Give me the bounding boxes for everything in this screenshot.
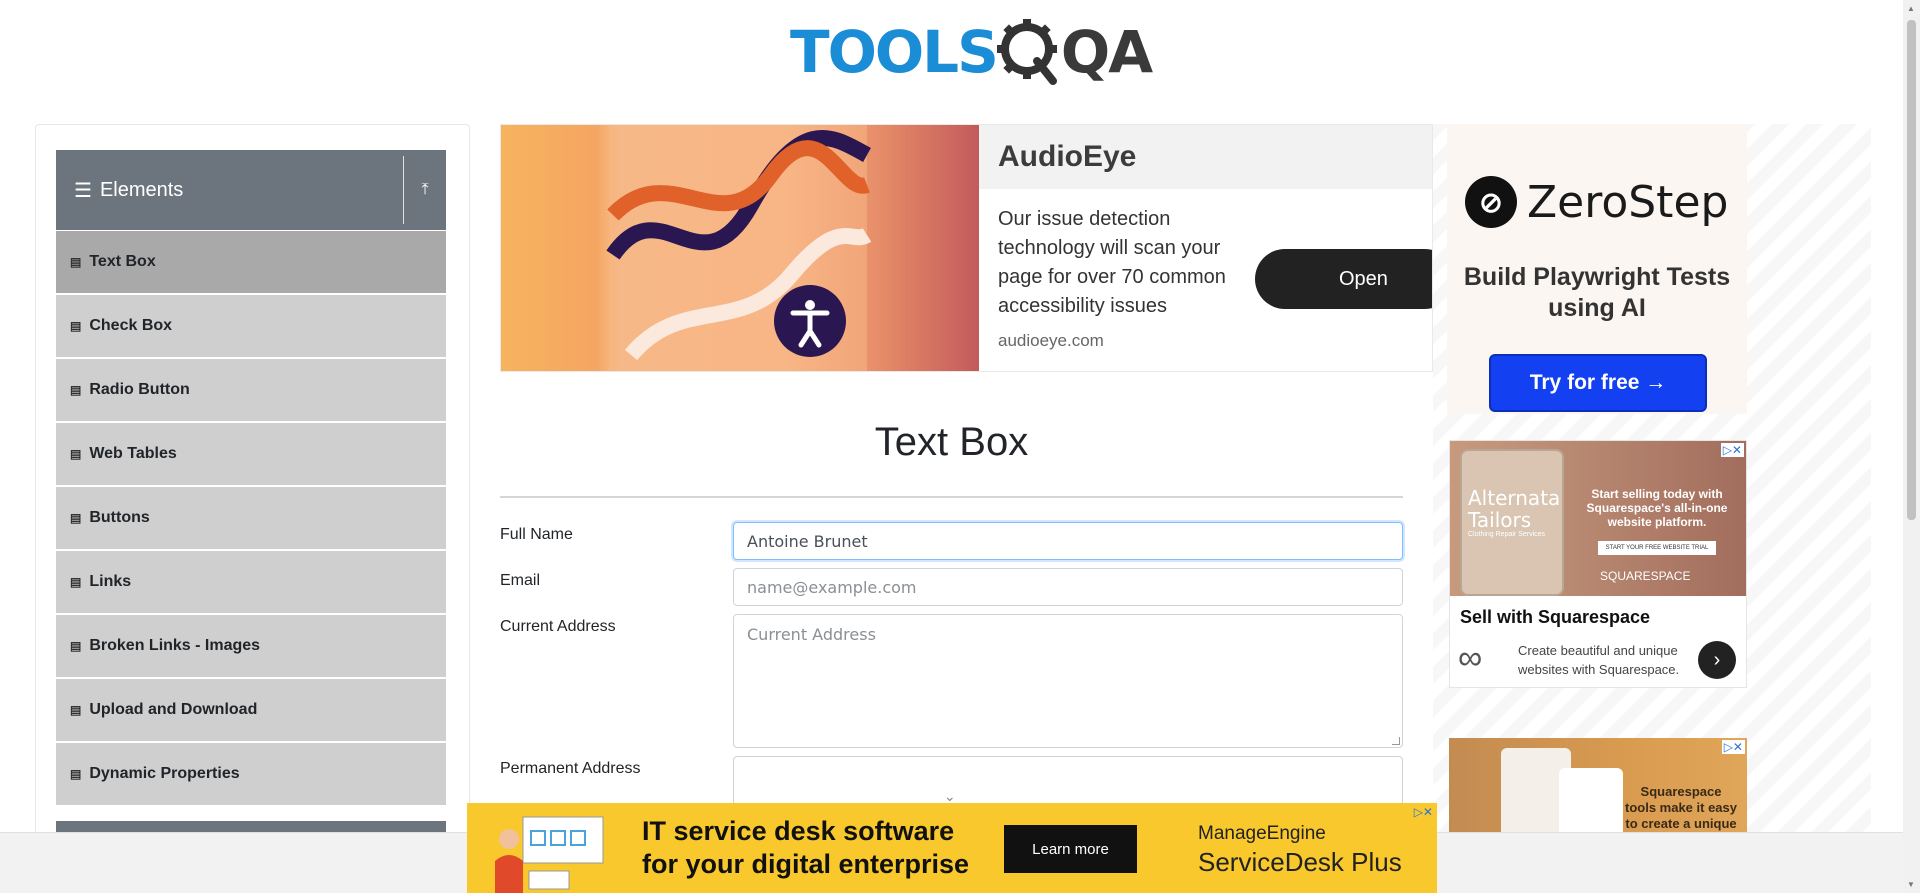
elements-menu-list: ▤ Text Box ▤ Check Box ▤ Radio Button ▤ Web … [56, 231, 446, 807]
adchoices-icon[interactable]: ▷✕ [1720, 443, 1744, 457]
logo-text-qa: QA [1060, 18, 1153, 86]
squarespace-ad-title: Sell with Squarespace [1460, 607, 1651, 627]
ad-open-button[interactable]: Open [1255, 249, 1432, 309]
scroll-down-arrow-icon[interactable]: ▼ [1907, 880, 1915, 889]
elements-group-header[interactable]: ☰ Elements ⤒ [56, 150, 446, 230]
permanent-address-label: Permanent Address [500, 760, 641, 777]
squarespace-promo-text: Start selling today with Squarespace's a… [1586, 487, 1728, 529]
ad-description: Our issue detection technology will scan… [998, 208, 1226, 317]
helpdesk-illustration-icon [495, 816, 604, 893]
page: TOOLS QA ☰ Elements ⤒ ▤ Text Box ▤ Check… [0, 0, 1920, 893]
squarespace-ad-description: Create beautiful and unique websites wit… [1518, 643, 1680, 677]
headline-line-2: for your digital enterprise [642, 849, 970, 879]
zerostep-mark-icon: ⊘ [1465, 176, 1517, 228]
squarespace-small-brand: SQUARESPACE [1600, 569, 1691, 583]
left-sidebar: ☰ Elements ⤒ ▤ Text Box ▤ Check Box ▤ Radio… [35, 124, 470, 893]
zerostep-brand: ZeroStep [1527, 176, 1729, 228]
full-name-input[interactable]: Antoine Brunet [733, 522, 1403, 560]
logo-text-tools: TOOLS [790, 18, 999, 86]
ad-brand: AudioEye [979, 125, 1432, 189]
servicedesk-product: ServiceDesk Plus [1198, 847, 1402, 877]
sidebar-item-radio-button[interactable]: ▤ Radio Button [56, 359, 446, 421]
email-placeholder: name@example.com [747, 577, 917, 597]
html-file-icon: ▤ [70, 575, 82, 589]
scroll-thumb[interactable] [1907, 20, 1916, 520]
sidebar-item-upload-download[interactable]: ▤ Upload and Download [56, 679, 446, 741]
squarespace-ad-1[interactable]: Alternata Tailors Clothing Repair Servic… [1449, 440, 1747, 688]
sidebar-item-label: Check Box [89, 317, 173, 334]
sidebar-item-dynamic-properties[interactable]: ▤ Dynamic Properties [56, 743, 446, 805]
group-title: ☰ Elements [56, 178, 403, 203]
squarespace-ad-image: Alternata Tailors Clothing Repair Servic… [1450, 441, 1746, 596]
email-label: Email [500, 572, 541, 589]
adchoices-icon[interactable]: ▷✕ [1414, 805, 1433, 819]
zerostep-logo: ⊘ ZeroStep [1465, 176, 1728, 228]
sidebar-item-label: Links [89, 573, 132, 590]
chevron-right-icon[interactable]: › [1698, 641, 1736, 679]
hamburger-icon: ☰ [74, 179, 92, 202]
html-file-icon: ▤ [70, 767, 82, 781]
group-title-label: Elements [99, 178, 184, 201]
html-file-icon: ▤ [70, 447, 82, 461]
sidebar-item-label: Broken Links - Images [89, 637, 261, 654]
sidebar-item-web-tables[interactable]: ▤ Web Tables [56, 423, 446, 485]
ad-art-shapes [606, 125, 872, 371]
html-file-icon: ▤ [70, 703, 82, 717]
squarespace-logo-icon: ∞ [1458, 639, 1483, 677]
sidebar-item-label: Radio Button [89, 381, 190, 398]
sidebar-item-label: Dynamic Properties [89, 765, 240, 782]
zerostep-ad[interactable]: ⊘ ZeroStep Build Playwright Tests using … [1447, 124, 1747, 414]
full-name-label: Full Name [500, 526, 573, 543]
zerostep-try-button[interactable]: Try for free → [1489, 354, 1707, 412]
sidebar-item-broken-links[interactable]: ▤ Broken Links - Images [56, 615, 446, 677]
audioeye-ad[interactable]: AudioEye Our issue detection technology … [500, 124, 1433, 372]
sidebar-item-check-box[interactable]: ▤ Check Box [56, 295, 446, 357]
sidebar-item-label: Web Tables [89, 445, 177, 462]
html-file-icon: ▤ [70, 319, 82, 333]
headline-line-1: IT service desk software [642, 816, 955, 846]
zerostep-tagline: Build Playwright Tests using AI [1463, 263, 1731, 322]
full-name-value: Antoine Brunet [747, 531, 868, 551]
gear-magnifier-icon [996, 19, 1057, 85]
bottom-ad-headline: IT service desk software for your digita… [642, 815, 969, 881]
sidebar-item-text-box[interactable]: ▤ Text Box [56, 231, 446, 293]
current-address-placeholder: Current Address [747, 625, 876, 644]
current-address-textarea[interactable]: Current Address [733, 614, 1403, 748]
sidebar-item-label: Buttons [89, 509, 150, 526]
resize-handle[interactable] [1392, 737, 1400, 745]
page-scrollbar[interactable]: ▲ ▼ [1903, 0, 1920, 893]
sidebar-item-links[interactable]: ▤ Links [56, 551, 446, 613]
learn-more-button[interactable]: Learn more [1004, 825, 1137, 873]
ad-artwork [501, 125, 979, 371]
phone-brand: Alternata Tailors [1468, 486, 1561, 532]
html-file-icon: ▤ [70, 511, 82, 525]
html-file-icon: ▤ [70, 383, 82, 397]
ad-domain: audioeye.com [998, 331, 1104, 350]
manageengine-ad[interactable]: IT service desk software for your digita… [467, 803, 1437, 893]
email-input[interactable]: name@example.com [733, 568, 1403, 606]
collapse-arrow-icon[interactable]: ⤒ [404, 181, 446, 199]
html-file-icon: ▤ [70, 255, 82, 269]
page-title: Text Box [874, 420, 1029, 464]
scroll-up-arrow-icon[interactable]: ▲ [1907, 4, 1915, 13]
manageengine-brand: ManageEngine [1198, 823, 1326, 844]
squarespace-trial-button[interactable]: START YOUR FREE WEBSITE TRIAL [1598, 541, 1716, 555]
current-address-label: Current Address [500, 618, 616, 635]
ad-body: AudioEye Our issue detection technology … [979, 125, 1432, 371]
phone-mockup: Alternata Tailors Clothing Repair Servic… [1460, 449, 1564, 596]
sidebar-item-label: Upload and Download [89, 701, 258, 718]
sidebar-item-label: Text Box [89, 253, 156, 270]
html-file-icon: ▤ [70, 639, 82, 653]
adchoices-icon[interactable]: ▷✕ [1721, 740, 1745, 754]
title-divider [500, 496, 1403, 498]
toolsqa-logo[interactable]: TOOLS QA [790, 14, 1153, 90]
phone-sub: Clothing Repair Services [1468, 531, 1546, 538]
sidebar-item-buttons[interactable]: ▤ Buttons [56, 487, 446, 549]
